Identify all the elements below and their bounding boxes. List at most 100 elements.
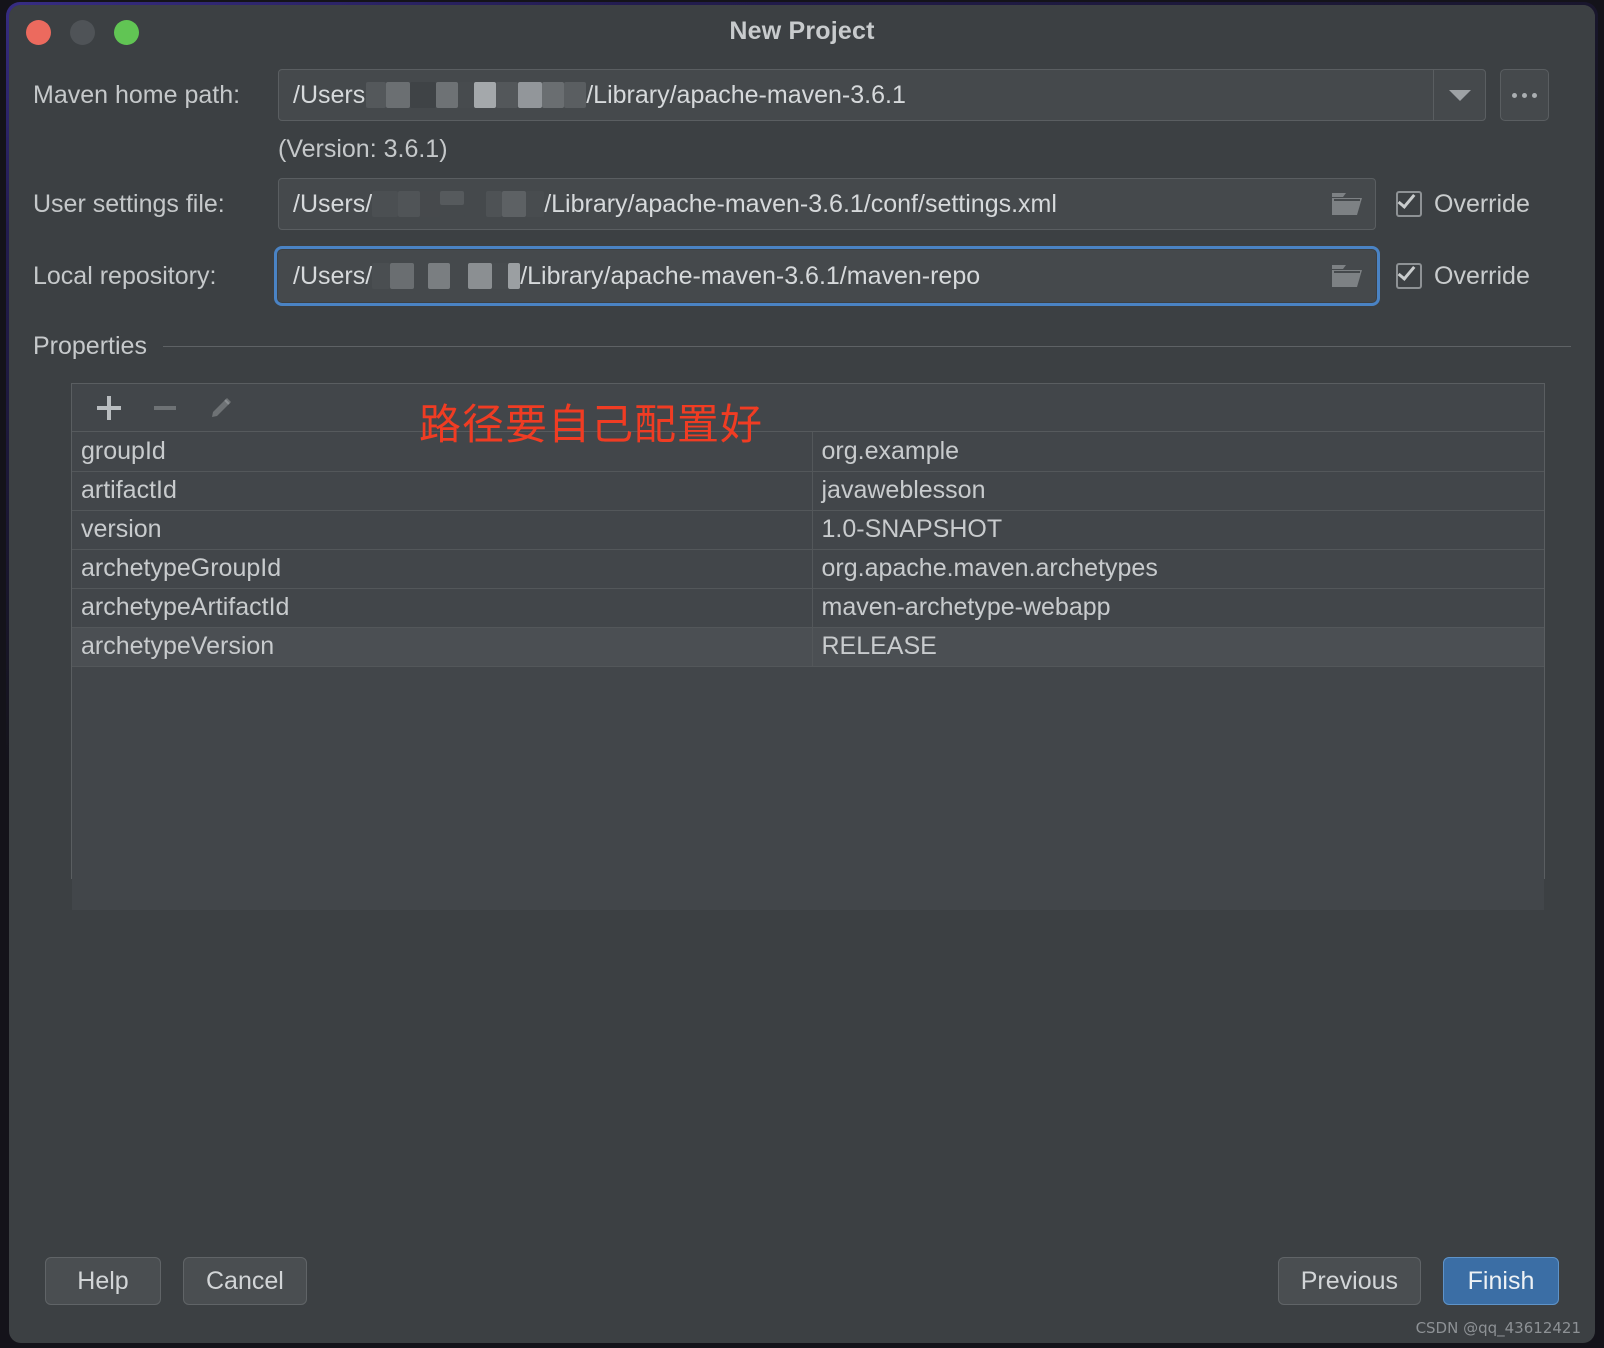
watermark: CSDN @qq_43612421 [1415,1319,1581,1337]
plus-icon [97,395,121,420]
table-row[interactable]: artifactId javaweblesson [72,471,1544,511]
property-value: maven-archetype-webapp [812,588,1544,628]
finish-button[interactable]: Finish [1443,1257,1559,1305]
local-repository-value: /Users/ /Library/apache-maven-3.6.1/mave… [293,262,980,291]
property-value: org.apache.maven.archetypes [812,549,1544,589]
window-title: New Project [729,17,875,45]
local-repository-row: Local repository: /Users/ /Library/apach… [33,246,1571,306]
checkbox-checked-icon[interactable] [1396,190,1422,217]
maven-home-path-prefix: /Users [293,80,366,109]
section-divider [162,346,1571,347]
redaction-block [372,263,391,289]
local-repository-suffix: /Library/apache-maven-3.6.1/maven-repo [520,261,981,290]
local-repository-label: Local repository: [33,261,217,290]
browse-maven-home-button[interactable] [1500,69,1549,121]
property-value: javaweblesson [812,471,1544,511]
annotation-text: 路径要自己配置好 [419,400,764,449]
redaction-block [502,191,527,217]
properties-section-header: Properties [33,332,1571,361]
user-settings-file-suffix: /Library/apache-maven-3.6.1/conf/setting… [544,189,1057,218]
table-row[interactable]: version 1.0-SNAPSHOT [72,510,1544,550]
user-settings-file-row: User settings file: /Users/ /Library/apa… [33,178,1571,230]
user-settings-file-prefix: /Users/ [293,189,373,218]
maven-home-path-combobox[interactable]: /Users /Library/apache-maven-3.6.1 [278,69,1486,121]
redaction-block [372,191,399,217]
redaction-block [450,263,469,289]
user-settings-file-value: /Users/ /Library/apache-maven-3.6.1/conf… [293,190,1057,219]
ellipsis-icon [1532,92,1537,98]
dialog-body: Maven home path: /Users /Library/apache-… [9,69,1595,910]
property-name: archetypeGroupId [72,549,813,589]
footer-left-buttons: Help Cancel [45,1257,307,1305]
folder-icon[interactable] [1319,251,1375,301]
redaction-block [474,82,497,108]
property-name: version [72,510,813,550]
properties-table-panel: groupId org.example artifactId javaweble… [71,383,1545,910]
user-settings-override-toggle[interactable]: Override [1396,190,1530,219]
redaction-block [464,191,487,217]
redaction-block [420,191,441,217]
folder-icon[interactable] [1319,179,1375,229]
table-empty-area [72,666,1544,910]
properties-toolbar [72,384,1544,432]
redaction-block [398,191,421,217]
local-repository-override-label: Override [1434,261,1530,290]
property-value: 1.0-SNAPSHOT [812,510,1544,550]
redaction-block [440,190,465,205]
property-name: archetypeVersion [72,627,813,667]
cancel-button[interactable]: Cancel [183,1257,307,1305]
dialog-footer: Help Cancel Previous Finish CSDN @qq_436… [9,1223,1595,1343]
previous-button[interactable]: Previous [1277,1257,1421,1305]
chevron-down-icon[interactable] [1433,70,1485,120]
maven-home-path-label: Maven home path: [33,80,241,109]
maven-home-path-row: Maven home path: /Users /Library/apache-… [33,69,1571,121]
screen: New Project Maven home path: /Users /Lib… [0,0,1604,1348]
redaction-block [564,82,587,108]
user-settings-file-label: User settings file: [33,189,225,218]
redaction-block [486,191,503,217]
ellipsis-icon [1522,92,1527,98]
table-row[interactable]: archetypeArtifactId maven-archetype-weba… [72,588,1544,628]
property-value: RELEASE [812,627,1544,667]
redaction-block [428,263,451,289]
user-settings-override-label: Override [1434,189,1530,218]
redaction-block [518,82,543,108]
new-project-dialog: New Project Maven home path: /Users /Lib… [9,5,1595,1343]
redaction-block [542,82,565,108]
checkbox-checked-icon[interactable] [1396,262,1422,289]
edit-property-button[interactable] [206,393,236,423]
ellipsis-icon [1512,92,1517,98]
property-name: artifactId [72,471,813,511]
redaction-block [410,82,437,108]
remove-property-button[interactable] [150,393,180,423]
redaction-block [366,82,387,108]
local-repository-override-toggle[interactable]: Override [1396,262,1530,291]
add-property-button[interactable] [94,393,124,423]
titlebar: New Project [9,5,1595,61]
redaction-block [496,82,519,108]
redaction-block [414,263,429,289]
redaction-block [390,263,415,289]
maven-home-path-value: /Users /Library/apache-maven-3.6.1 [293,81,906,110]
redaction-block [436,82,459,108]
table-row[interactable]: archetypeVersion RELEASE [72,627,1544,667]
property-name: archetypeArtifactId [72,588,813,628]
maven-home-path-suffix: /Library/apache-maven-3.6.1 [586,80,906,109]
maven-version-row: (Version: 3.6.1) [33,135,1571,164]
table-row[interactable]: groupId org.example [72,432,1544,472]
user-settings-file-input[interactable]: /Users/ /Library/apache-maven-3.6.1/conf… [278,178,1376,230]
redaction-block [492,263,509,289]
footer-right-buttons: Previous Finish [1277,1257,1559,1305]
pencil-icon [212,397,231,417]
redaction-block [458,82,475,108]
local-repository-input[interactable]: /Users/ /Library/apache-maven-3.6.1/mave… [274,246,1380,306]
properties-table-body: groupId org.example artifactId javaweble… [72,432,1544,667]
table-row[interactable]: archetypeGroupId org.apache.maven.archet… [72,549,1544,589]
redaction-block [468,263,493,289]
redaction-block [508,263,521,289]
minus-icon [154,405,176,410]
local-repository-prefix: /Users/ [293,261,373,290]
property-value: org.example [812,432,1544,472]
redaction-block [386,82,411,108]
help-button[interactable]: Help [45,1257,161,1305]
